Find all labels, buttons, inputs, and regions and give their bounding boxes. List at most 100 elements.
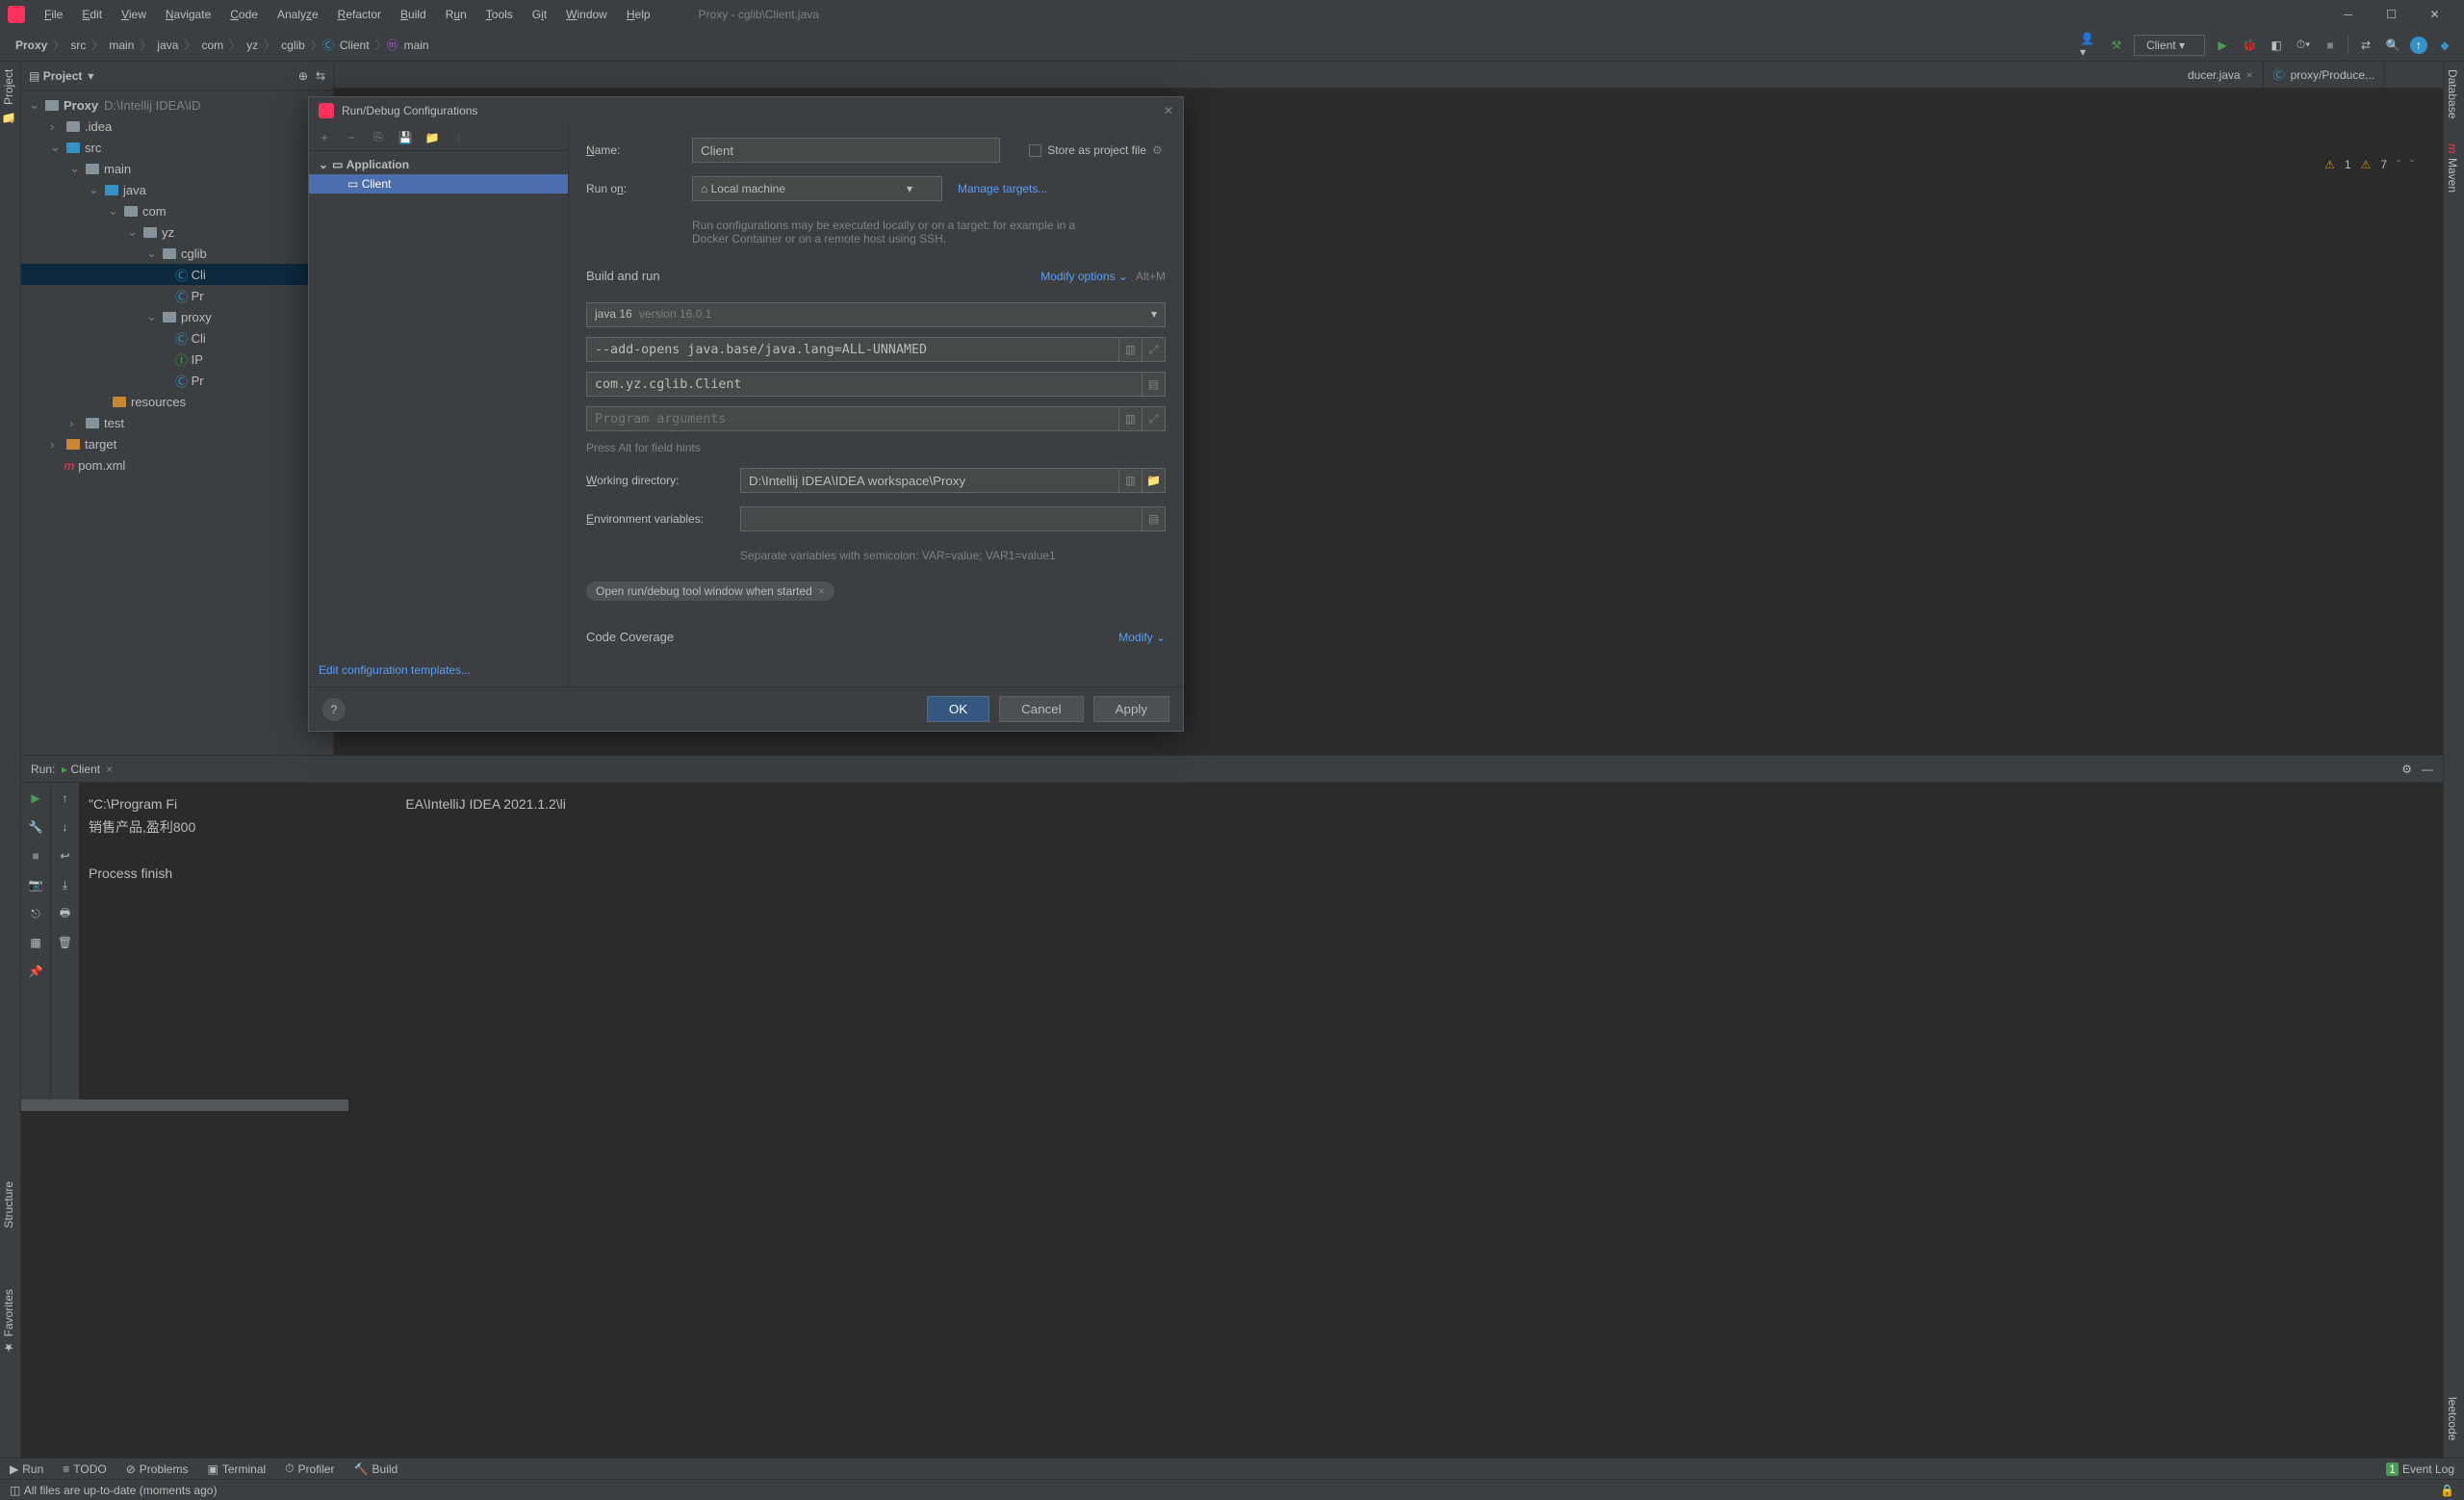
profiler-icon[interactable]: ⏱▾ [2294,36,2313,55]
search-icon[interactable]: 🔍 [2383,36,2402,55]
tree-row-selected[interactable]: Ⓒ Cli [21,264,333,285]
scroll-icon[interactable]: ⤓ [56,875,75,894]
remove-icon[interactable]: − [342,131,361,144]
expand-icon[interactable]: ⤢ [1142,337,1166,362]
tree-row[interactable]: ⌄com [21,200,333,221]
rerun-icon[interactable]: ▶ [26,789,45,808]
run-icon[interactable]: ▶ [2213,36,2232,55]
menu-help[interactable]: Help [617,8,660,21]
name-input[interactable] [692,138,1000,163]
horizontal-scrollbar[interactable] [21,1099,348,1111]
workdir-input[interactable] [740,468,1119,493]
stop-icon[interactable]: ■ [26,846,45,866]
camera-icon[interactable]: 📷 [26,875,45,894]
bottom-tab-terminal[interactable]: ▣ Terminal [207,1462,266,1476]
config-group-application[interactable]: ⌄▭ Application [309,155,568,174]
coverage-icon[interactable]: ◧ [2267,36,2286,55]
ok-button[interactable]: OK [927,696,989,722]
down-icon[interactable]: ↓ [56,817,75,837]
insert-icon[interactable]: ▥ [1119,406,1142,431]
tree-row[interactable]: ›.idea [21,116,333,137]
bottom-tab-run[interactable]: ▶ Run [10,1462,43,1476]
bottom-tab-build[interactable]: 🔨 Build [354,1462,398,1476]
breadcrumb-item[interactable]: src [64,39,91,52]
trash-icon[interactable]: 🗑 [56,933,75,952]
rail-maven[interactable]: m Maven [2444,136,2461,200]
tree-row[interactable]: ›test [21,412,333,433]
collapse-icon[interactable]: ⇆ [316,69,325,83]
user-icon[interactable]: 👤▾ [2080,36,2099,55]
menu-code[interactable]: Code [220,8,268,21]
menu-edit[interactable]: Edit [72,8,112,21]
tree-row[interactable]: resources [21,391,333,412]
bottom-tab-problems[interactable]: ⊘ Problems [126,1462,189,1476]
update-icon[interactable]: ↑ [2410,37,2427,54]
editor-tab[interactable]: Ⓒproxy/Produce... [2264,62,2385,88]
sort-icon[interactable]: ↕ [449,131,469,144]
add-icon[interactable]: + [315,131,334,144]
close-icon[interactable]: × [2246,68,2253,82]
sdk-select[interactable]: java 16 version 16.0.1 ▾ [586,302,1166,327]
hide-icon[interactable]: — [2422,763,2433,776]
breadcrumb-item[interactable]: java [151,39,184,52]
insert-icon[interactable]: ▥ [1119,337,1142,362]
modify-link[interactable]: Modify ⌄ [1118,631,1166,644]
tree-row[interactable]: Ⓒ Pr [21,285,333,306]
copy-icon[interactable]: ⎘ [369,130,388,144]
menu-file[interactable]: File [35,8,72,21]
rail-structure[interactable]: Structure [0,1174,17,1236]
menu-git[interactable]: Git [523,8,556,21]
breadcrumb-item[interactable]: yz [241,39,264,52]
rail-project[interactable]: 📁Project [0,62,17,131]
menu-analyze[interactable]: Analyze [268,8,328,21]
minimize-button[interactable]: ─ [2326,1,2370,28]
bottom-tab-profiler[interactable]: ⏱ Profiler [285,1461,334,1476]
apply-button[interactable]: Apply [1093,696,1169,722]
wrench-icon[interactable]: 🔧 [26,817,45,837]
help-button[interactable]: ? [322,698,346,721]
breadcrumb-item[interactable]: main [103,39,140,52]
lock-icon[interactable]: 🔒 [2440,1484,2454,1497]
store-checkbox[interactable] [1029,144,1041,157]
maximize-button[interactable]: ☐ [2370,1,2413,28]
ide-icon[interactable]: ◆ [2435,36,2454,55]
tree-row[interactable]: ⌄main [21,158,333,179]
save-icon[interactable]: 💾 [396,131,415,144]
menu-window[interactable]: Window [556,8,617,21]
manage-targets-link[interactable]: Manage targets... [958,182,1047,195]
menu-refactor[interactable]: Refactor [328,8,391,21]
modify-options-link[interactable]: Modify options ⌄ [1040,270,1128,283]
env-input[interactable] [740,506,1142,531]
editor-tab[interactable]: ducer.java× [2178,62,2264,88]
menu-navigate[interactable]: Navigate [156,8,220,21]
tree-row[interactable]: ⌄yz [21,221,333,243]
rail-favorites[interactable]: ★Favorites [0,1281,17,1361]
folder-icon[interactable]: 📁 [423,131,442,144]
chip-close-icon[interactable]: × [818,584,825,598]
menu-tools[interactable]: Tools [476,8,523,21]
run-output[interactable]: "C:\Program Fi EA\IntelliJ IDEA 2021.1.2… [79,783,2443,1111]
gear-icon[interactable]: ⚙ [1152,143,1166,157]
tree-row[interactable]: ⌄proxy [21,306,333,327]
tree-row[interactable]: m pom.xml [21,454,333,476]
close-icon[interactable]: × [106,763,113,776]
tree-row[interactable]: ⌄cglib [21,243,333,264]
tree-row[interactable]: ›target [21,433,333,454]
folder-icon[interactable]: 📁 [1142,468,1166,493]
cancel-button[interactable]: Cancel [999,696,1084,722]
breadcrumb-item[interactable]: com [195,39,229,52]
close-window-button[interactable]: ✕ [2413,1,2456,28]
vm-options-input[interactable] [586,337,1119,362]
dialog-close-icon[interactable]: ✕ [1164,104,1173,117]
tree-row[interactable]: ⌄src [21,137,333,158]
main-class-input[interactable] [586,372,1142,397]
exit-icon[interactable]: ⎋ [26,904,45,923]
editor-inspections[interactable]: ⚠1 ⚠7 ˆˇ [2324,158,2414,171]
layout-icon[interactable]: ▦ [26,933,45,952]
option-chip[interactable]: Open run/debug tool window when started … [586,582,834,601]
pin-icon[interactable]: 📌 [26,962,45,981]
breadcrumb-item[interactable]: Client [334,39,375,52]
tree-row[interactable]: ⌄java [21,179,333,200]
tree-row[interactable]: Ⓒ Cli [21,327,333,349]
target-icon[interactable]: ⊕ [298,69,308,83]
